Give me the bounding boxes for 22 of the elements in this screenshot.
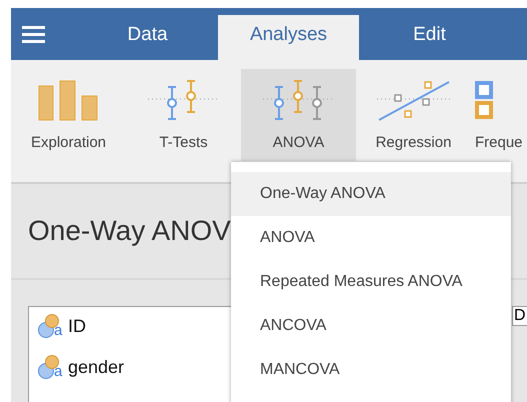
error-bars-icon bbox=[262, 79, 334, 123]
menu-icon[interactable] bbox=[22, 26, 45, 42]
menu-item[interactable]: ANOVA bbox=[231, 216, 511, 260]
side-box: D bbox=[512, 306, 527, 326]
menu-item[interactable]: Repeated Measures ANOVA bbox=[231, 260, 511, 304]
error-bars-icon bbox=[148, 79, 220, 123]
ribbon-button[interactable]: Freque bbox=[471, 69, 527, 161]
tab[interactable]: Analyses bbox=[218, 15, 359, 60]
bar-chart-icon bbox=[38, 80, 100, 122]
variable-name[interactable]: ID bbox=[68, 313, 86, 340]
menu-item[interactable]: MANCOVA bbox=[231, 348, 511, 392]
menu-item[interactable]: ANCOVA bbox=[231, 304, 511, 348]
scatter-plot-icon bbox=[376, 79, 450, 123]
menu-item[interactable]: One-Way ANOVA bbox=[231, 172, 511, 216]
ribbon-button[interactable]: T-Tests bbox=[126, 69, 241, 161]
ribbon-button[interactable]: ANOVA bbox=[241, 69, 356, 161]
tab[interactable]: Edit bbox=[359, 15, 500, 60]
tab[interactable]: Data bbox=[77, 15, 218, 60]
variable-name[interactable]: gender bbox=[68, 354, 124, 381]
ribbon-button[interactable]: Exploration bbox=[11, 69, 126, 161]
ribbon-button[interactable]: Regression bbox=[356, 69, 471, 161]
analysis-title: One-Way ANOV bbox=[28, 214, 231, 248]
